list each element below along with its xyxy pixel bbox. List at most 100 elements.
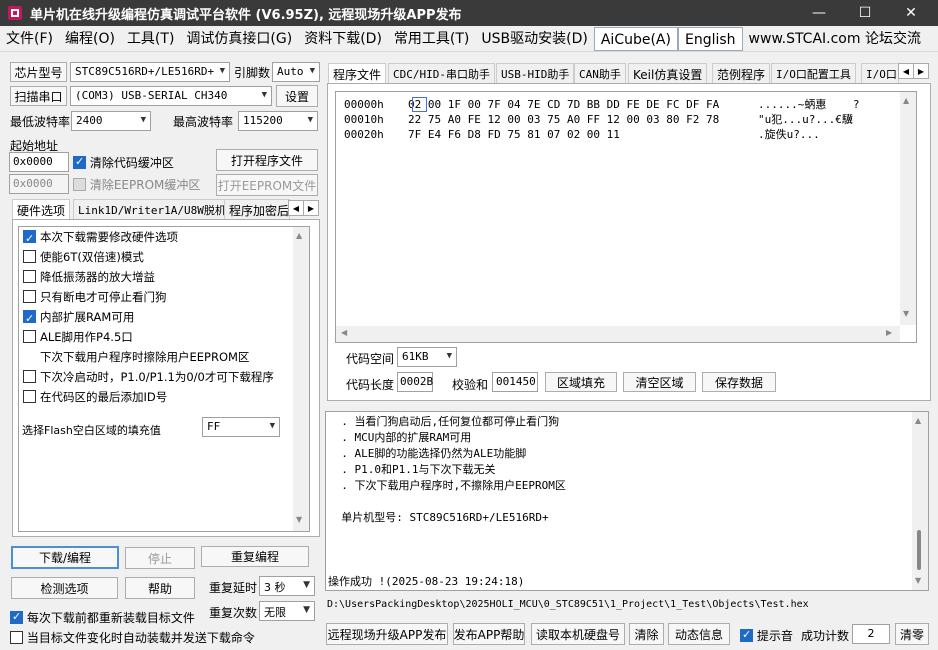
tab-keil-sim[interactable]: Keil仿真设置 bbox=[628, 63, 708, 83]
hex-hscroll[interactable]: ◀ ▶ bbox=[336, 326, 900, 342]
port-select[interactable]: (COM3) USB-SERIAL CH340 ▼ bbox=[70, 86, 272, 106]
min-baud-select[interactable]: 2400 ▼ bbox=[71, 111, 151, 131]
remote-publish-button[interactable]: 远程现场升级APP发布 bbox=[326, 623, 448, 645]
right-tab-scroll-right-button[interactable]: ▶ bbox=[913, 63, 929, 79]
chevron-left-icon: ◀ bbox=[292, 203, 300, 213]
tab-hardware-options[interactable]: 硬件选项 bbox=[12, 199, 71, 219]
tab-io-more[interactable]: I/O口 bbox=[861, 63, 899, 83]
tab-cdc-hid-serial[interactable]: CDC/HID-串口助手 bbox=[388, 63, 495, 83]
menu-common-tools[interactable]: 常用工具(T) bbox=[388, 27, 475, 51]
max-baud-select[interactable]: 115200 ▼ bbox=[238, 111, 318, 131]
tab-scroll-right-button[interactable]: ▶ bbox=[303, 200, 319, 216]
menu-file[interactable]: 文件(F) bbox=[0, 27, 59, 51]
tab-program-encrypt[interactable]: 程序加密后 bbox=[224, 199, 290, 219]
reprogram-button[interactable]: 重复编程 bbox=[201, 546, 309, 567]
hardware-option-item[interactable]: 在代码区的最后添加ID号 bbox=[23, 387, 167, 407]
save-data-button[interactable]: 保存数据 bbox=[702, 372, 776, 392]
tab-examples[interactable]: 范例程序 bbox=[712, 63, 771, 83]
chip-type-select[interactable]: STC89C516RD+/LE516RD+ ▼ bbox=[70, 62, 230, 82]
checkbox-checked-icon bbox=[740, 628, 753, 642]
log-lines: . 当看门狗启动后,任何复位都可停止看门狗 . MCU内部的扩展RAM可用 . … bbox=[328, 414, 566, 590]
menu-usb-driver[interactable]: USB驱动安装(D) bbox=[475, 27, 593, 51]
check-options-button[interactable]: 检测选项 bbox=[11, 577, 118, 599]
open-eeprom-file-button[interactable]: 打开EEPROM文件 bbox=[216, 174, 318, 196]
repeat-delay-label: 重复延时 bbox=[209, 581, 258, 595]
chevron-right-icon: ▶ bbox=[917, 66, 925, 76]
read-disk-id-button[interactable]: 读取本机硬盘号 bbox=[531, 623, 625, 645]
clear-eeprom-buffer-checkbox[interactable]: 清除EEPROM缓冲区 bbox=[73, 176, 200, 193]
log-line: . MCU内部的扩展RAM可用 bbox=[328, 431, 472, 444]
settings-button[interactable]: 设置 bbox=[276, 85, 318, 107]
chevron-down-icon: ▼ bbox=[309, 66, 315, 76]
code-space-select[interactable]: 61KB ▼ bbox=[397, 347, 457, 367]
pin-count-value: Auto bbox=[277, 65, 304, 78]
fill-value-select[interactable]: FF ▼ bbox=[202, 417, 280, 437]
hardware-option-label: 下次下载用户程序时擦除用户EEPROM区 bbox=[40, 350, 250, 364]
menu-forum[interactable]: www.STCAI.com 论坛交流 bbox=[743, 27, 927, 51]
menu-tools[interactable]: 工具(T) bbox=[121, 27, 180, 51]
scan-port-button[interactable]: 扫描串口 bbox=[10, 86, 67, 106]
log-output[interactable]: . 当看门狗启动后,任何复位都可停止看门狗 . MCU内部的扩展RAM可用 . … bbox=[325, 411, 929, 591]
pin-count-label: 引脚数 bbox=[234, 66, 271, 80]
close-button[interactable]: ✕ bbox=[888, 0, 934, 26]
chevron-down-icon: ▼ bbox=[446, 351, 452, 361]
hardware-option-item[interactable]: ALE脚用作P4.5口 bbox=[23, 327, 133, 347]
code-start-address-input[interactable]: 0x0000 bbox=[9, 152, 69, 172]
checkbox-unchecked-icon bbox=[23, 250, 36, 263]
hardware-option-item[interactable]: 内部扩展RAM可用 bbox=[23, 307, 134, 329]
reset-count-button[interactable]: 清零 bbox=[895, 623, 929, 645]
hardware-option-label: ALE脚用作P4.5口 bbox=[40, 330, 133, 344]
maximize-button[interactable]: ☐ bbox=[842, 0, 888, 26]
min-baud-label: 最低波特率 bbox=[10, 115, 71, 129]
hardware-option-item[interactable]: 下次冷启动时，P1.0/P1.1为0/0才可下载程序 bbox=[23, 367, 274, 387]
hardware-option-item[interactable]: 降低振荡器的放大增益 bbox=[23, 267, 155, 287]
reload-target-checkbox[interactable]: 每次下载前都重新装载目标文件 bbox=[10, 609, 195, 626]
scroll-down-icon: ▼ bbox=[903, 309, 910, 318]
minimize-button[interactable]: — bbox=[796, 0, 842, 26]
menu-debug-interface[interactable]: 调试仿真接口(G) bbox=[180, 27, 298, 51]
fill-region-button[interactable]: 区域填充 bbox=[545, 372, 617, 392]
help-button[interactable]: 帮助 bbox=[125, 577, 195, 599]
hardware-option-item[interactable]: 本次下载需要修改硬件选项 bbox=[23, 227, 178, 249]
tab-program-file[interactable]: 程序文件 bbox=[328, 63, 387, 83]
hex-address: 00020h bbox=[344, 128, 384, 141]
open-program-file-button[interactable]: 打开程序文件 bbox=[216, 149, 318, 171]
tab-can[interactable]: CAN助手 bbox=[574, 63, 626, 83]
menu-english[interactable]: English bbox=[677, 26, 743, 51]
hardware-option-item[interactable]: 下次下载用户程序时擦除用户EEPROM区 bbox=[23, 347, 249, 367]
hex-cursor bbox=[412, 97, 427, 112]
menu-program[interactable]: 编程(O) bbox=[59, 27, 121, 51]
repeat-delay-select[interactable]: 3 秒 ▼ bbox=[259, 576, 315, 596]
tab-usb-hid[interactable]: USB-HID助手 bbox=[496, 63, 575, 83]
repeat-count-select[interactable]: 无限 ▼ bbox=[259, 601, 315, 621]
dynamic-info-button[interactable]: 动态信息 bbox=[668, 623, 730, 645]
publish-help-button[interactable]: 发布APP帮助 bbox=[453, 623, 525, 645]
right-tab-scroll-left-button[interactable]: ◀ bbox=[898, 63, 914, 79]
hardware-options-list: 本次下载需要修改硬件选项使能6T(双倍速)模式降低振荡器的放大增益只有断电才可停… bbox=[18, 226, 310, 532]
hex-vscroll[interactable]: ▲ ▼ bbox=[900, 92, 916, 325]
menu-aicube[interactable]: AiCube(A) bbox=[593, 26, 678, 51]
hex-row: 00010h 22 75 A0 FE 12 00 03 75 A0 FF 12 0… bbox=[344, 112, 859, 127]
chip-type-button[interactable]: 芯片型号 bbox=[10, 62, 67, 82]
stop-button[interactable]: 停止 bbox=[125, 547, 195, 569]
download-program-button[interactable]: 下载/编程 bbox=[11, 546, 119, 569]
log-scrollbar[interactable]: ▲ ▼ bbox=[912, 412, 928, 590]
scroll-thumb[interactable] bbox=[917, 530, 921, 570]
menu-downloads[interactable]: 资料下载(D) bbox=[298, 27, 388, 51]
clear-region-button[interactable]: 清空区域 bbox=[623, 372, 696, 392]
hardware-option-item[interactable]: 使能6T(双倍速)模式 bbox=[23, 247, 144, 267]
clear-code-buffer-checkbox[interactable]: 清除代码缓冲区 bbox=[73, 154, 174, 171]
options-scrollbar[interactable]: ▲ ▼ bbox=[293, 227, 309, 531]
pin-count-select[interactable]: Auto ▼ bbox=[272, 62, 320, 82]
tab-offline-writer[interactable]: Link1D/Writer1A/U8W脱机 bbox=[73, 199, 231, 219]
beep-checkbox[interactable]: 提示音 bbox=[740, 627, 793, 644]
auto-send-checkbox[interactable]: 当目标文件变化时自动装载并发送下载命令 bbox=[10, 629, 255, 646]
tab-io-config[interactable]: I/O口配置工具 bbox=[771, 63, 856, 83]
hardware-option-item[interactable]: 只有断电才可停止看门狗 bbox=[23, 287, 167, 307]
eeprom-start-address-input[interactable]: 0x0000 bbox=[9, 174, 69, 194]
hex-view[interactable]: 00000h 02 00 1F 00 7F 04 7E CD 7D BB DD F… bbox=[335, 91, 917, 343]
max-baud-label: 最高波特率 bbox=[173, 115, 234, 129]
clear-log-button[interactable]: 清除 bbox=[629, 623, 664, 645]
tab-scroll-left-button[interactable]: ◀ bbox=[288, 200, 304, 216]
